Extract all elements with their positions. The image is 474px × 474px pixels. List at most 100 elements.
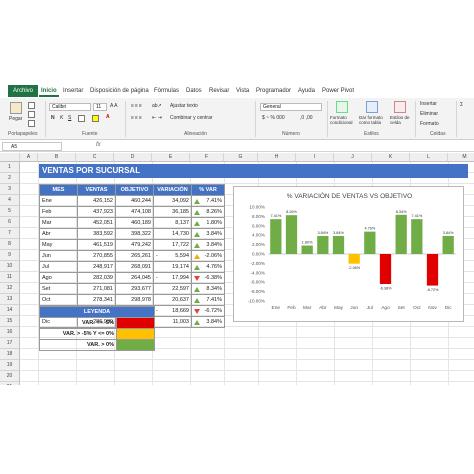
header-mes[interactable]: MES [39,184,78,196]
row-header[interactable]: 20 [0,371,20,382]
column-header[interactable]: G [224,153,258,162]
cell-pct-var[interactable]: 3.84% [191,228,225,240]
cell-variacion[interactable]: 22,597 [153,283,192,295]
merge-center-button[interactable]: Combinar y centrar [170,115,213,121]
tab-datos[interactable]: Datos [184,86,204,97]
column-header[interactable]: J [334,153,372,162]
cell-mes[interactable]: May [39,239,78,251]
column-header[interactable]: F [190,153,224,162]
cell-mes[interactable]: Abr [39,228,78,240]
row-header[interactable]: 1 [0,162,20,173]
cell-objetivo[interactable]: 474,108 [115,206,154,218]
format-table-button[interactable]: Dar formato como tabla [359,115,389,125]
cell-ventas[interactable]: 270,855 [77,250,116,262]
cell-ventas[interactable]: 282,039 [77,272,116,284]
column-header[interactable]: H [258,153,296,162]
header-pct-var[interactable]: % VAR [191,184,225,196]
cell-mes[interactable]: Feb [39,206,78,218]
accounting-format-icon[interactable]: $ ~ % 000 [262,115,285,121]
name-box[interactable]: A5 [2,142,62,151]
borders-icon[interactable] [78,115,85,122]
bold-icon[interactable]: N [51,115,55,121]
row-header[interactable]: 3 [0,184,20,195]
tab-formulas[interactable]: Fórmulas [152,86,181,97]
format-painter-icon[interactable] [28,120,35,127]
format-cells-button[interactable]: Formato [420,121,439,127]
tab-inicio[interactable]: Inicio [39,86,59,97]
select-all-corner[interactable] [0,153,20,162]
chart-bar[interactable] [332,235,345,254]
font-name-select[interactable]: Calibri [49,103,91,111]
row-header[interactable]: 7 [0,228,20,239]
cell-styles-button[interactable]: Estilos de celda [390,115,414,125]
legend-swatch-yellow[interactable] [116,328,155,340]
tab-ayuda[interactable]: Ayuda [296,86,317,97]
cell-mes[interactable]: Jun [39,250,78,262]
cell-ventas[interactable]: 278,341 [77,294,116,306]
orientation-icon[interactable]: ab↗ [152,103,162,109]
cell-objetivo[interactable]: 268,091 [115,261,154,273]
cell-objetivo[interactable]: 460,244 [115,195,154,207]
row-header[interactable]: 14 [0,305,20,316]
cell-pct-var[interactable]: 7.41% [191,195,225,207]
row-header[interactable]: 8 [0,239,20,250]
row-header[interactable]: 2 [0,173,20,184]
chart-bar[interactable] [348,254,360,264]
cell-objetivo[interactable]: 398,322 [115,228,154,240]
column-header[interactable]: L [410,153,448,162]
grow-font-icon[interactable]: A A [110,103,118,109]
fill-color-icon[interactable] [92,115,99,122]
column-header[interactable]: D [114,153,152,162]
cell-mes[interactable]: Jul [39,261,78,273]
number-format-select[interactable]: General [260,103,322,111]
cell-variacion[interactable]: 36,185 [153,206,192,218]
tab-archivo[interactable]: Archivo [8,85,39,97]
cell-pct-var[interactable]: 8.34% [191,283,225,295]
format-table-icon[interactable] [366,101,378,113]
tab-vista[interactable]: Vista [234,86,251,97]
italic-icon[interactable]: K [60,115,63,121]
cell-objetivo[interactable]: 479,242 [115,239,154,251]
cell-variacion[interactable]: 8,137 [153,217,192,229]
tab-power-pivot[interactable]: Power Pivot [320,86,356,97]
cell-objetivo[interactable]: 298,978 [115,294,154,306]
cell-pct-var[interactable]: -6.38% [191,272,225,284]
cell-pct-var[interactable]: 7.41% [191,294,225,306]
align-left-icon[interactable]: ≡≡≡ [131,115,143,121]
row-header[interactable]: 15 [0,316,20,327]
column-header[interactable]: C [76,153,114,162]
column-header[interactable]: K [372,153,410,162]
cell-variacion[interactable]: 19,174 [153,261,192,273]
cell-mes[interactable]: Ene [39,195,78,207]
cell-objetivo[interactable]: 265,261 [115,250,154,262]
autosum-icon[interactable]: Σ [460,102,463,108]
cell-variacion[interactable]: 11,003 [153,316,192,328]
legend-label[interactable]: VAR. > -5% Y <= 0% [39,328,117,340]
cell-styles-icon[interactable] [394,101,406,113]
copy-icon[interactable] [28,111,35,118]
font-color-icon[interactable]: A [106,114,110,120]
cell-variacion[interactable]: - 18,669 [153,305,192,317]
cell-ventas[interactable]: 437,923 [77,206,116,218]
cell-objetivo[interactable]: 460,189 [115,217,154,229]
cell-variacion[interactable]: 34,092 [153,195,192,207]
chart-bar[interactable] [317,235,329,254]
chart-bar[interactable] [379,254,392,284]
fx-icon[interactable]: fx [96,142,101,148]
column-header[interactable]: A [20,153,38,162]
indent-icon[interactable]: ⇤ ⇥ [152,115,162,121]
chart-bar[interactable] [270,219,282,254]
cell-pct-var[interactable]: 8.26% [191,206,225,218]
tab-insertar[interactable]: Insertar [61,86,85,97]
legend-swatch-green[interactable] [116,339,155,351]
align-top-icon[interactable]: ≡≡≡ [131,103,143,109]
decimal-icon[interactable]: ,0 ,00 [300,115,313,121]
legend-label[interactable]: VAR. > 0% [39,339,117,351]
chart-bar[interactable] [426,254,439,286]
cut-icon[interactable] [28,102,35,109]
row-header[interactable]: 5 [0,206,20,217]
cell-pct-var[interactable]: 1.80% [191,217,225,229]
header-variacion[interactable]: VARIACIÓN [153,184,192,196]
tab-disposicion[interactable]: Disposición de página [88,86,151,97]
cell-mes[interactable]: Set [39,283,78,295]
